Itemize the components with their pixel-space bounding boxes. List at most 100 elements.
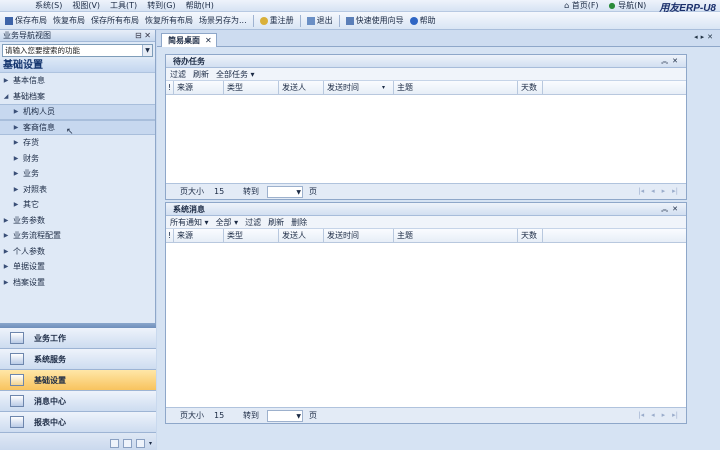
col-sender[interactable]: 发送人 (279, 229, 324, 242)
overflow-icon-1[interactable] (109, 439, 119, 448)
goto-page-combo[interactable]: ▼ (267, 409, 303, 422)
expand-arrow-icon[interactable]: ▶ (2, 275, 10, 291)
col-type[interactable]: 类型 (224, 229, 279, 242)
first-page-icon[interactable]: |◂ (638, 411, 644, 419)
expand-arrow-icon[interactable]: ▶ (2, 73, 10, 89)
menu-goto[interactable]: 转到(G) (142, 0, 180, 12)
navbar-label: 报表中心 (34, 417, 66, 427)
expand-arrow-icon[interactable]: ▶ (2, 259, 10, 275)
col-days[interactable]: 天数 (518, 229, 543, 242)
col-sender[interactable]: 发送人 (279, 81, 324, 94)
prev-page-icon[interactable]: ◂ (651, 411, 655, 419)
notice-scope-dropdown[interactable]: 所有通知 ▾ (170, 217, 209, 228)
menu-help[interactable]: 帮助(H) (181, 0, 219, 12)
tree-item-business-params[interactable]: ▶ 业务参数 (0, 213, 155, 229)
save-all-layouts-button[interactable]: 保存所有布局 (88, 15, 142, 26)
exit-button[interactable]: 退出 (304, 15, 336, 26)
page-size-value[interactable]: 15 (214, 187, 236, 196)
expand-arrow-icon[interactable]: ▶ (2, 244, 10, 260)
expand-arrow-icon[interactable]: ▶ (12, 120, 20, 136)
close-tab-icon[interactable]: ✕ (205, 34, 212, 47)
overflow-menu-icon[interactable]: ▾ (149, 440, 152, 447)
expand-arrow-icon[interactable]: ▶ (12, 135, 20, 151)
tree-item-archive-settings[interactable]: ▶ 档案设置 (0, 275, 155, 291)
home-link[interactable]: ⌂ 首页(F) (559, 0, 603, 12)
col-days[interactable]: 天数 (518, 81, 543, 94)
pin-close-icon[interactable]: ⊟ ✕ (135, 31, 151, 40)
tree-item-basic-info[interactable]: ▶ 基本信息 (0, 73, 155, 89)
col-source[interactable]: 来源 (174, 229, 224, 242)
tree-item-finance[interactable]: ▶ 财务 (0, 150, 155, 167)
delete-button[interactable]: 删除 (291, 217, 307, 228)
navbar-report-center[interactable]: 报表中心 (0, 412, 156, 433)
menu-view[interactable]: 视图(V) (67, 0, 105, 12)
filter-button[interactable]: 过滤 (170, 69, 186, 80)
expand-arrow-icon[interactable]: ▶ (2, 213, 10, 229)
tree-item-business[interactable]: ▶ 业务 (0, 166, 155, 182)
function-search-box[interactable]: ▼ (2, 44, 153, 57)
col-send-time[interactable]: 发送时间 ▾ (324, 81, 394, 94)
col-label: 发送时间 (327, 83, 359, 92)
save-scene-as-button[interactable]: 场景另存为... (196, 15, 250, 26)
overflow-icon-3[interactable] (135, 439, 145, 448)
tree-item-personal-params[interactable]: ▶ 个人参数 (0, 244, 155, 260)
tree-item-label: 个人参数 (13, 246, 45, 256)
next-page-icon[interactable]: ▸ (662, 411, 666, 419)
last-page-icon[interactable]: ▸| (672, 187, 678, 195)
next-page-icon[interactable]: ▸ (662, 187, 666, 195)
last-page-icon[interactable]: ▸| (672, 411, 678, 419)
col-subject[interactable]: 主题 (394, 229, 518, 242)
overflow-icon-2[interactable] (122, 439, 132, 448)
all-dropdown[interactable]: 全部 ▾ (216, 217, 239, 228)
tab-simple-desktop[interactable]: 简易桌面 ✕ (161, 33, 217, 47)
expand-arrow-icon[interactable]: ▶ (12, 104, 20, 120)
tab-controls[interactable]: ◂▸✕ (694, 33, 716, 41)
page-size-value[interactable]: 15 (214, 411, 236, 420)
tree-item-customer-vendor[interactable]: ▶ 客商信息 ↖ (0, 119, 155, 137)
navbar-system-service[interactable]: 系统服务 (0, 349, 156, 370)
navbar-basic-settings[interactable]: 基础设置 (0, 370, 156, 391)
tree-item-inventory[interactable]: ▶ 存货 (0, 135, 155, 151)
refresh-button[interactable]: 刷新 (268, 217, 284, 228)
col-subject[interactable]: 主题 (394, 81, 518, 94)
tree-item-org-staff[interactable]: ▶ 机构人员 (0, 104, 155, 120)
tree-item-other[interactable]: ▶ 其它 (0, 197, 155, 213)
first-page-icon[interactable]: |◂ (638, 187, 644, 195)
filter-button[interactable]: 过滤 (245, 217, 261, 228)
navbar-message-center[interactable]: 消息中心 (0, 391, 156, 412)
function-search-input[interactable] (5, 46, 143, 55)
search-dropdown-icon[interactable]: ▼ (142, 45, 152, 56)
refresh-button[interactable]: 刷新 (193, 69, 209, 80)
goto-page-combo[interactable]: ▼ (267, 185, 303, 198)
nav-link[interactable]: ● 导航(N) (604, 0, 652, 12)
save-layout-button[interactable]: 保存布局 (2, 15, 50, 26)
col-type[interactable]: 类型 (224, 81, 279, 94)
collapse-arrow-icon[interactable]: ◢ (2, 89, 10, 105)
restore-all-layouts-button[interactable]: 恢复所有布局 (142, 15, 196, 26)
expand-arrow-icon[interactable]: ▶ (12, 182, 20, 198)
tree-item-label: 存货 (23, 138, 39, 147)
collapse-close-icon[interactable]: ︽✕ (661, 203, 682, 216)
navbar-business-work[interactable]: 业务工作 (0, 328, 156, 349)
re-register-button[interactable]: 重注册 (257, 15, 297, 26)
expand-arrow-icon[interactable]: ▶ (12, 197, 20, 213)
task-scope-dropdown[interactable]: 全部任务 ▾ (216, 69, 255, 80)
menu-system[interactable]: 系统(S) (30, 0, 67, 12)
tree-item-mapping-table[interactable]: ▶ 对照表 (0, 181, 155, 198)
expand-arrow-icon[interactable]: ▶ (12, 166, 20, 182)
collapse-close-icon[interactable]: ︽✕ (661, 55, 682, 68)
expand-arrow-icon[interactable]: ▶ (12, 151, 20, 167)
col-source[interactable]: 来源 (174, 81, 224, 94)
expand-arrow-icon[interactable]: ▶ (2, 228, 10, 244)
row-indicator: ! (166, 81, 174, 94)
menu-tools[interactable]: 工具(T) (105, 0, 142, 12)
tree-item-document-settings[interactable]: ▶ 单据设置 (0, 259, 155, 275)
tree-item-basic-archive[interactable]: ◢ 基础档案 (0, 89, 155, 105)
help-button[interactable]: 帮助 (407, 15, 439, 26)
restore-layout-button[interactable]: 恢复布局 (50, 15, 88, 26)
prev-page-icon[interactable]: ◂ (651, 187, 655, 195)
tree-item-label: 财务 (23, 153, 39, 163)
quick-wizard-button[interactable]: 快速使用向导 (343, 15, 407, 26)
tree-item-process-config[interactable]: ▶ 业务流程配置 (0, 228, 155, 244)
col-send-time[interactable]: 发送时间 (324, 229, 394, 242)
